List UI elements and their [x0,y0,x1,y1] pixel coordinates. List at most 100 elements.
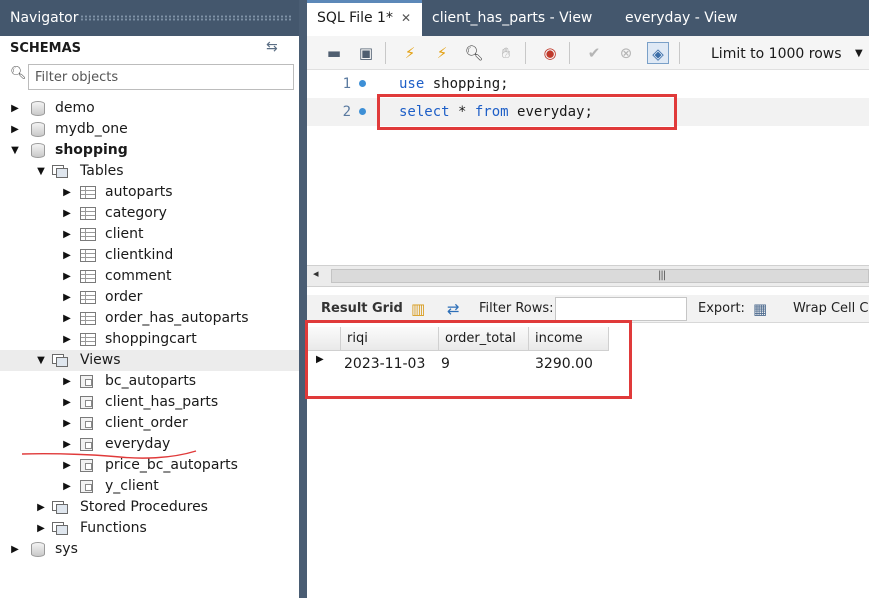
schema-sys[interactable]: ▶ sys [0,539,299,560]
table-item[interactable]: ▶ shoppingcart [0,329,299,350]
view-label: client_has_parts [105,394,219,410]
collapse-arrow-icon[interactable]: ▼ [35,161,47,182]
open-folder-icon[interactable]: ▬ [323,42,345,64]
schemas-title: SCHEMAS [10,41,82,56]
filter-arrows-icon[interactable]: ⇄ [447,295,460,323]
expand-arrow-icon[interactable]: ▶ [61,182,73,203]
panel-divider[interactable] [299,0,307,598]
grid-layout-icon[interactable]: ▥ [411,295,425,323]
view-icon [80,480,96,493]
expand-arrow-icon[interactable]: ▶ [61,224,73,245]
search-icon: 🔍︎ [10,66,27,81]
database-icon [30,143,46,158]
scroll-left-arrow-icon[interactable]: ◂ [313,267,319,280]
red-box-annotation-query [377,94,677,130]
expand-arrow-icon[interactable]: ▶ [61,245,73,266]
close-icon[interactable]: ✕ [401,11,411,25]
explain-magnifier-icon[interactable]: 🔍︎ [463,42,485,64]
save-icon[interactable]: ▣ [355,42,377,64]
schemas-bar: SCHEMAS ⇆ [0,36,299,62]
editor-tab-bar: SQL File 1* ✕ client_has_parts - View eve… [307,0,869,36]
table-item[interactable]: ▶ client [0,224,299,245]
database-icon [30,542,46,557]
tab-everyday-view[interactable]: everyday - View [615,0,765,36]
expand-arrow-icon[interactable]: ▶ [61,413,73,434]
view-item[interactable]: ▶ bc_autoparts [0,371,299,392]
limit-rows-select[interactable]: Limit to 1000 rows ▼ [711,43,869,65]
refresh-icon[interactable]: ⇆ [266,39,278,55]
expand-arrow-icon[interactable]: ▶ [35,518,47,539]
folder-stored-procedures[interactable]: ▶ Stored Procedures [0,497,299,518]
toggle-error-icon[interactable]: ◉ [539,42,561,64]
collapse-arrow-icon[interactable]: ▼ [35,350,47,371]
editor-horizontal-scrollbar[interactable]: ◂ ||| [307,265,869,287]
rollback-cancel-icon[interactable]: ⊗ [615,42,637,64]
wrap-cell-label[interactable]: Wrap Cell Co [793,295,869,323]
expand-arrow-icon[interactable]: ▶ [9,98,21,119]
autocommit-toggle-icon[interactable]: ◈ [647,42,669,64]
filter-row: 🔍︎ [6,64,294,90]
grip-icon: ||| [658,270,666,281]
tab-label: SQL File 1* [317,10,393,26]
tab-label: everyday - View [625,10,738,26]
expand-arrow-icon[interactable]: ▶ [61,371,73,392]
scrollbar-thumb[interactable]: ||| [331,269,869,283]
tables-folder-icon [52,165,68,178]
commit-check-icon[interactable]: ✔ [583,42,605,64]
header-grip[interactable] [80,15,291,21]
database-icon [30,122,46,137]
schema-demo[interactable]: ▶ demo [0,98,299,119]
table-icon [80,249,96,262]
tab-client-has-parts-view[interactable]: client_has_parts - View [422,0,615,36]
expand-arrow-icon[interactable]: ▶ [61,329,73,350]
execute-lightning-icon[interactable]: ⚡ [399,42,421,64]
filter-rows-input[interactable] [555,297,687,321]
expand-arrow-icon[interactable]: ▶ [61,476,73,497]
expand-arrow-icon[interactable]: ▶ [9,119,21,140]
folder-views[interactable]: ▼ Views [0,350,299,371]
view-item[interactable]: ▶ y_client [0,476,299,497]
schema-shopping[interactable]: ▼ shopping [0,140,299,161]
table-label: clientkind [105,247,174,263]
line-number: 1 [342,76,351,92]
expand-arrow-icon[interactable]: ▶ [61,308,73,329]
expand-arrow-icon[interactable]: ▶ [61,203,73,224]
folder-tables[interactable]: ▼ Tables [0,161,299,182]
folder-functions[interactable]: ▶ Functions [0,518,299,539]
execute-current-icon[interactable]: ⚡ [431,42,453,64]
schema-mydb-one[interactable]: ▶ mydb_one [0,119,299,140]
collapse-arrow-icon[interactable]: ▼ [9,140,21,161]
tab-sql-file[interactable]: SQL File 1* ✕ [307,0,422,36]
table-item[interactable]: ▶ category [0,203,299,224]
expand-arrow-icon[interactable]: ▶ [61,266,73,287]
table-label: shoppingcart [105,331,197,347]
export-icon[interactable]: ▦ [753,295,767,323]
table-item[interactable]: ▶ order [0,287,299,308]
filter-rows-label: Filter Rows: [479,301,554,316]
toolbar-separator [525,42,526,64]
view-item[interactable]: ▶ client_order [0,413,299,434]
result-grid-button[interactable]: Result Grid [321,295,403,323]
result-toolbar: Result Grid ▥ ⇄ Filter Rows: Export: ▦ W… [307,295,869,323]
view-icon [80,396,96,409]
filter-objects-input[interactable] [28,64,294,90]
code-keyword: use [399,76,425,92]
stop-hand-icon[interactable]: ✋︎ [495,42,517,64]
table-item[interactable]: ▶ autoparts [0,182,299,203]
tab-label: client_has_parts - View [432,10,593,26]
table-item[interactable]: ▶ order_has_autoparts [0,308,299,329]
schema-label: mydb_one [55,121,128,137]
expand-arrow-icon[interactable]: ▶ [61,392,73,413]
table-item[interactable]: ▶ comment [0,266,299,287]
view-item[interactable]: ▶ client_has_parts [0,392,299,413]
expand-arrow-icon[interactable]: ▶ [9,539,21,560]
table-item[interactable]: ▶ clientkind [0,245,299,266]
table-label: order_has_autoparts [105,310,249,326]
schema-label: shopping [55,142,128,158]
expand-arrow-icon[interactable]: ▶ [61,287,73,308]
navigator-header: Navigator [0,0,299,36]
table-label: client [105,226,144,242]
table-label: category [105,205,167,221]
schema-tree: ▶ demo ▶ mydb_one ▼ shopping ▼ Tables ▶ … [0,98,299,560]
expand-arrow-icon[interactable]: ▶ [35,497,47,518]
